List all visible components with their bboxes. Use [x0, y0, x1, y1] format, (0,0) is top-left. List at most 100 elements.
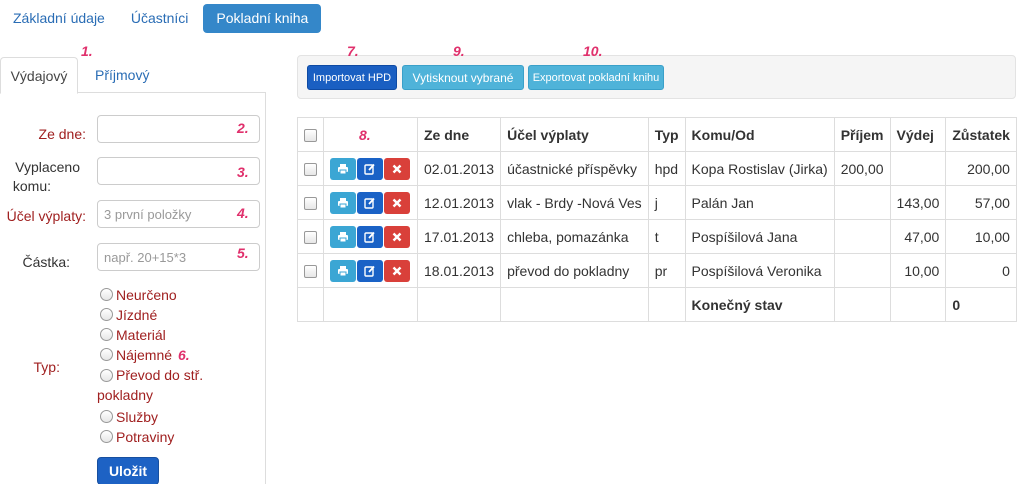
col-header-type: Typ [647, 117, 686, 152]
col-header-balance: Zůstatek [945, 117, 1017, 152]
cell-purpose: vlak - Brdy -Nová Ves [500, 185, 649, 220]
marker-5: 5. [237, 245, 249, 261]
cell-income [833, 185, 891, 220]
type-option-neurceno[interactable]: Neurčeno [97, 285, 262, 305]
tab-vydajovy[interactable]: Výdajový [0, 57, 78, 94]
delete-icon[interactable] [384, 157, 410, 180]
save-button[interactable]: Uložit [97, 457, 159, 484]
radio-button[interactable] [100, 308, 113, 321]
table-row: 18.01.2013 převod do pokladny pr Pospíšilov… [297, 253, 1017, 288]
print-icon[interactable] [330, 157, 356, 180]
date-input[interactable] [97, 115, 260, 143]
cell-income: 200,00 [833, 151, 891, 186]
radio-button[interactable] [100, 288, 113, 301]
print-icon[interactable] [330, 259, 356, 282]
print-selected-button[interactable]: Vytisknout vybrané [402, 65, 524, 90]
marker-3: 3. [237, 164, 249, 180]
print-icon[interactable] [330, 225, 356, 248]
toolbar: Importovat HPD Vytisknout vybrané Export… [297, 55, 1016, 99]
col-header-expense: Výdej [889, 117, 947, 152]
row-checkbox[interactable] [304, 265, 317, 279]
cell-balance: 0 [945, 253, 1017, 288]
cell-date: 02.01.2013 [416, 151, 502, 186]
radio-button[interactable] [100, 430, 113, 443]
cell-type: hpd [647, 151, 686, 186]
edit-icon[interactable] [357, 157, 383, 180]
cell-date: 18.01.2013 [416, 253, 502, 288]
cell-expense: 47,00 [889, 219, 947, 254]
paid-to-label-line2: komu: [12, 178, 51, 194]
type-option-material[interactable]: Materiál [97, 325, 262, 345]
select-all-cell [297, 117, 324, 152]
amount-input[interactable] [97, 243, 260, 271]
cell-balance: 57,00 [945, 185, 1017, 220]
type-option-sluzby[interactable]: Služby [97, 407, 262, 427]
paid-to-label-line1: Vyplaceno [15, 159, 80, 175]
type-option-prevod[interactable]: Převod do stř. pokladny [97, 365, 262, 407]
cell-person: Pospíšilová Veronika [684, 253, 835, 288]
cell-person: Palán Jan [684, 185, 835, 220]
radio-button[interactable] [100, 348, 113, 361]
col-header-income: Příjem [833, 117, 891, 152]
edit-icon[interactable] [357, 191, 383, 214]
radio-button[interactable] [100, 410, 113, 423]
amount-label: Částka: [22, 254, 70, 270]
row-checkbox[interactable] [304, 197, 317, 211]
cell-balance: 10,00 [945, 219, 1017, 254]
marker-7: 7. [347, 43, 359, 59]
col-header-purpose: Účel výplaty [500, 117, 649, 152]
marker-10: 10. [583, 43, 603, 59]
main-nav: Základní údaje Účastníci Pokladní kniha [0, 4, 322, 33]
radio-button[interactable] [100, 328, 113, 341]
marker-1: 1. [81, 43, 93, 59]
cell-purpose: účastnické příspěvky [500, 151, 649, 186]
type-label: Typ: [33, 359, 60, 375]
date-label: Ze dne: [38, 126, 86, 142]
cell-date: 12.01.2013 [416, 185, 502, 220]
nav-ucastnici[interactable]: Účastníci [118, 4, 202, 33]
cell-expense: 10,00 [889, 253, 947, 288]
export-cashbook-button[interactable]: Exportovat pokladní knihu [528, 65, 664, 90]
table-row: 12.01.2013 vlak - Brdy -Nová Ves j Palán Ja… [297, 185, 1017, 220]
edit-icon[interactable] [357, 259, 383, 282]
nav-zakladni-udaje[interactable]: Základní údaje [0, 4, 118, 33]
print-icon[interactable] [330, 191, 356, 214]
paid-to-label: Vyplaceno komu: [0, 158, 80, 196]
marker-6: 6. [178, 347, 190, 363]
cell-expense: 143,00 [889, 185, 947, 220]
marker-9: 9. [453, 43, 465, 59]
marker-4: 4. [237, 205, 249, 221]
cell-person: Kopa Rostislav (Jirka) [684, 151, 835, 186]
cell-income [833, 219, 891, 254]
cell-person: Pospíšilová Jana [684, 219, 835, 254]
table-header-row: Ze dne Účel výplaty Typ Komu/Od Příjem V… [297, 117, 1017, 152]
col-header-person: Komu/Od [684, 117, 835, 152]
table-footer-row: Konečný stav 0 [297, 287, 1017, 322]
paid-to-input[interactable] [97, 157, 260, 185]
row-checkbox[interactable] [304, 163, 317, 177]
delete-icon[interactable] [384, 225, 410, 248]
row-actions [323, 253, 418, 288]
select-all-checkbox[interactable] [304, 129, 317, 143]
type-option-jizdne[interactable]: Jízdné [97, 305, 262, 325]
cell-balance: 200,00 [945, 151, 1017, 186]
final-balance-value: 0 [945, 287, 1017, 322]
purpose-label: Účel výplaty: [6, 208, 86, 224]
row-checkbox[interactable] [304, 231, 317, 245]
table-row: 17.01.2013 chleba, pomazánka t Pospíšilová … [297, 219, 1017, 254]
radio-button[interactable] [100, 369, 113, 382]
cell-date: 17.01.2013 [416, 219, 502, 254]
table-row: 02.01.2013 účastnické příspěvky hpd Kopa Ro… [297, 151, 1017, 186]
delete-icon[interactable] [384, 191, 410, 214]
cell-income [833, 253, 891, 288]
edit-icon[interactable] [357, 225, 383, 248]
delete-icon[interactable] [384, 259, 410, 282]
cell-type: t [647, 219, 686, 254]
tab-prijmovy[interactable]: Příjmový [95, 57, 149, 94]
import-hpd-button[interactable]: Importovat HPD [307, 65, 397, 90]
purpose-input[interactable] [97, 200, 260, 228]
nav-pokladni-kniha[interactable]: Pokladní kniha [203, 4, 322, 33]
form-tabs: Výdajový Příjmový [0, 57, 266, 94]
type-option-potraviny[interactable]: Potraviny [97, 427, 262, 447]
row-actions [323, 185, 418, 220]
